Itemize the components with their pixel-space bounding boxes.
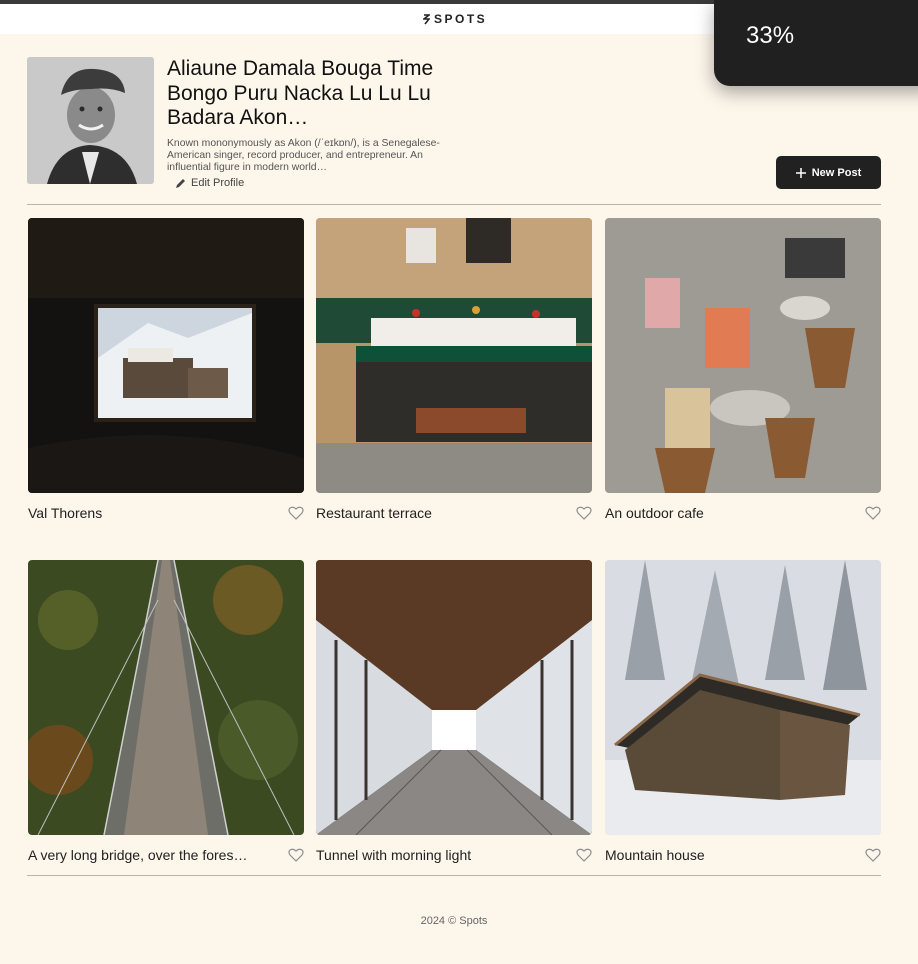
progress-label: 33% (746, 22, 795, 49)
plus-icon (795, 167, 806, 178)
card-title: Tunnel with morning light (316, 847, 472, 863)
card: Restaurant terrace (316, 218, 592, 521)
footer-text: 2024 © Spots (420, 915, 488, 927)
card-title: A very long bridge, over the fores… (28, 847, 248, 863)
heart-icon[interactable] (288, 848, 304, 862)
heart-icon[interactable] (865, 506, 881, 520)
new-post-button[interactable]: New Post (776, 156, 881, 189)
card: An outdoor cafe (605, 218, 881, 521)
footer-divider (27, 875, 881, 876)
card: Tunnel with morning light (316, 560, 592, 863)
card-image[interactable] (605, 218, 881, 493)
card-image[interactable] (316, 218, 592, 493)
card: A very long bridge, over the fores… (28, 560, 304, 863)
spots-logo-icon (423, 13, 430, 24)
heart-icon[interactable] (288, 506, 304, 520)
card-title: An outdoor cafe (605, 505, 704, 521)
spots-logo[interactable]: SPOTS (423, 12, 487, 26)
avatar (27, 57, 154, 184)
heart-icon[interactable] (576, 506, 592, 520)
card-title: Val Thorens (28, 505, 103, 521)
logo-text: SPOTS (434, 12, 488, 26)
card-image[interactable] (28, 218, 304, 493)
heart-icon[interactable] (865, 848, 881, 862)
card-title: Mountain house (605, 847, 705, 863)
progress-overlay: 33% (714, 0, 918, 86)
profile-divider (27, 204, 881, 205)
edit-profile-label: Edit Profile (191, 177, 245, 189)
card-image[interactable] (28, 560, 304, 835)
heart-icon[interactable] (576, 848, 592, 862)
edit-profile-button[interactable]: Edit Profile (175, 176, 244, 190)
card-title: Restaurant terrace (316, 505, 432, 521)
card: Mountain house (605, 560, 881, 863)
pencil-icon (176, 178, 185, 188)
card: Val Thorens (28, 218, 304, 521)
profile-name: Aliaune Damala Bouga Time Bongo Puru Nac… (167, 57, 434, 129)
profile-bio: Known mononymously as Akon (/ˈeɪkɒn/), i… (167, 138, 440, 173)
card-image[interactable] (605, 560, 881, 835)
new-post-label: New Post (811, 166, 862, 179)
card-image[interactable] (316, 560, 592, 835)
